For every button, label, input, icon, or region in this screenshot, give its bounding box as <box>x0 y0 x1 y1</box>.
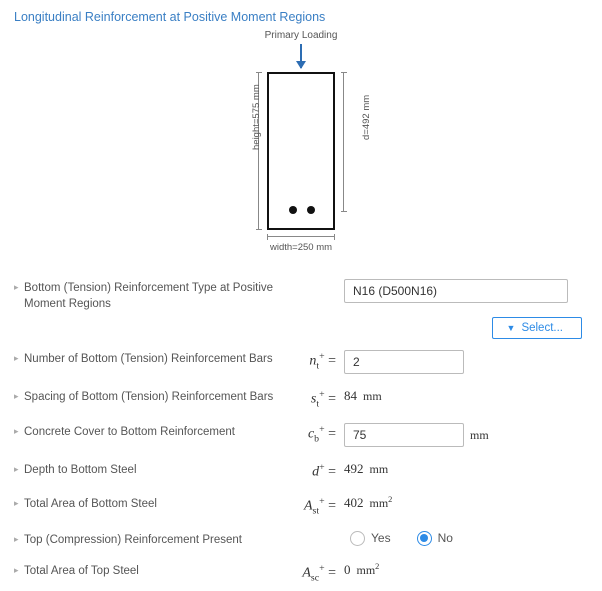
label-reinf-type: Bottom (Tension) Reinforcement Type at P… <box>24 279 274 312</box>
row-cover: ▸ Concrete Cover to Bottom Reinforcement… <box>14 416 588 454</box>
depth-value: 492 <box>344 461 364 477</box>
row-area-bottom: ▸ Total Area of Bottom Steel Ast+ = 402 … <box>14 488 588 523</box>
beam-section <box>267 72 335 230</box>
rebar-dot-icon <box>307 206 315 214</box>
rebar-dot-icon <box>289 206 297 214</box>
primary-loading-label: Primary Loading <box>265 30 338 41</box>
radio-no-label: No <box>438 531 453 545</box>
cover-input[interactable] <box>344 423 464 447</box>
expand-icon[interactable]: ▸ <box>14 350 24 364</box>
label-depth: Depth to Bottom Steel <box>24 461 274 479</box>
select-button-label: Select... <box>521 322 563 334</box>
radio-circle-icon <box>350 531 365 546</box>
label-area-top: Total Area of Top Steel <box>24 562 274 580</box>
expand-icon[interactable]: ▸ <box>14 461 24 475</box>
symbol-area-bottom: Ast+ = <box>274 495 344 516</box>
symbol-blank <box>274 279 344 280</box>
row-num-bars: ▸ Number of Bottom (Tension) Reinforceme… <box>14 343 588 381</box>
symbol-num-bars: nt+ = <box>274 350 344 371</box>
label-top-present: Top (Compression) Reinforcement Present <box>24 531 274 549</box>
expand-icon[interactable]: ▸ <box>14 423 24 437</box>
expand-icon[interactable]: ▸ <box>14 531 24 545</box>
radio-no[interactable]: No <box>417 531 453 546</box>
symbol-spacing: st+ = <box>274 388 344 409</box>
radio-yes[interactable]: Yes <box>350 531 391 546</box>
label-cover: Concrete Cover to Bottom Reinforcement <box>24 423 274 441</box>
load-arrow-icon <box>300 44 302 68</box>
num-bars-input[interactable] <box>344 350 464 374</box>
radio-group-top-present: Yes No <box>344 531 453 546</box>
symbol-cover: cb+ = <box>274 423 344 444</box>
filter-icon: ▼ <box>507 323 516 333</box>
depth-unit: mm <box>370 462 389 477</box>
row-reinf-type: ▸ Bottom (Tension) Reinforcement Type at… <box>14 272 588 319</box>
expand-icon[interactable]: ▸ <box>14 495 24 509</box>
expand-icon[interactable]: ▸ <box>14 279 24 293</box>
area-bottom-unit: mm2 <box>370 495 393 511</box>
width-dimension-line <box>267 236 335 237</box>
spacing-value: 84 <box>344 388 357 404</box>
radio-yes-label: Yes <box>371 531 391 545</box>
select-button[interactable]: ▼ Select... <box>492 317 582 339</box>
expand-icon[interactable]: ▸ <box>14 562 24 576</box>
label-area-bottom: Total Area of Bottom Steel <box>24 495 274 513</box>
diagram-container: Primary Loading height=575 mm d=492 mm w… <box>14 30 588 260</box>
spacing-unit: mm <box>363 389 382 404</box>
section-title: Longitudinal Reinforcement at Positive M… <box>14 10 588 24</box>
label-spacing: Spacing of Bottom (Tension) Reinforcemen… <box>24 388 274 406</box>
radio-circle-icon <box>417 531 432 546</box>
area-bottom-value: 402 <box>344 495 364 511</box>
symbol-depth: d+ = <box>274 461 344 481</box>
width-label: width=250 mm <box>270 242 332 253</box>
area-top-unit: mm2 <box>357 562 380 578</box>
row-depth: ▸ Depth to Bottom Steel d+ = 492 mm <box>14 454 588 488</box>
reinf-type-input[interactable] <box>344 279 568 303</box>
label-num-bars: Number of Bottom (Tension) Reinforcement… <box>24 350 274 368</box>
area-top-value: 0 <box>344 562 351 578</box>
select-button-row: ▼ Select... <box>14 317 588 339</box>
row-top-present: ▸ Top (Compression) Reinforcement Presen… <box>14 524 588 556</box>
cross-section-diagram: Primary Loading height=575 mm d=492 mm w… <box>211 30 391 260</box>
form-panel: Longitudinal Reinforcement at Positive M… <box>0 0 602 573</box>
cover-unit: mm <box>470 428 489 443</box>
depth-dimension-line <box>343 72 344 212</box>
height-label: height=575 mm <box>251 84 262 150</box>
symbol-blank <box>274 531 344 532</box>
row-spacing: ▸ Spacing of Bottom (Tension) Reinforcem… <box>14 381 588 416</box>
expand-icon[interactable]: ▸ <box>14 388 24 402</box>
depth-label: d=492 mm <box>361 95 372 140</box>
